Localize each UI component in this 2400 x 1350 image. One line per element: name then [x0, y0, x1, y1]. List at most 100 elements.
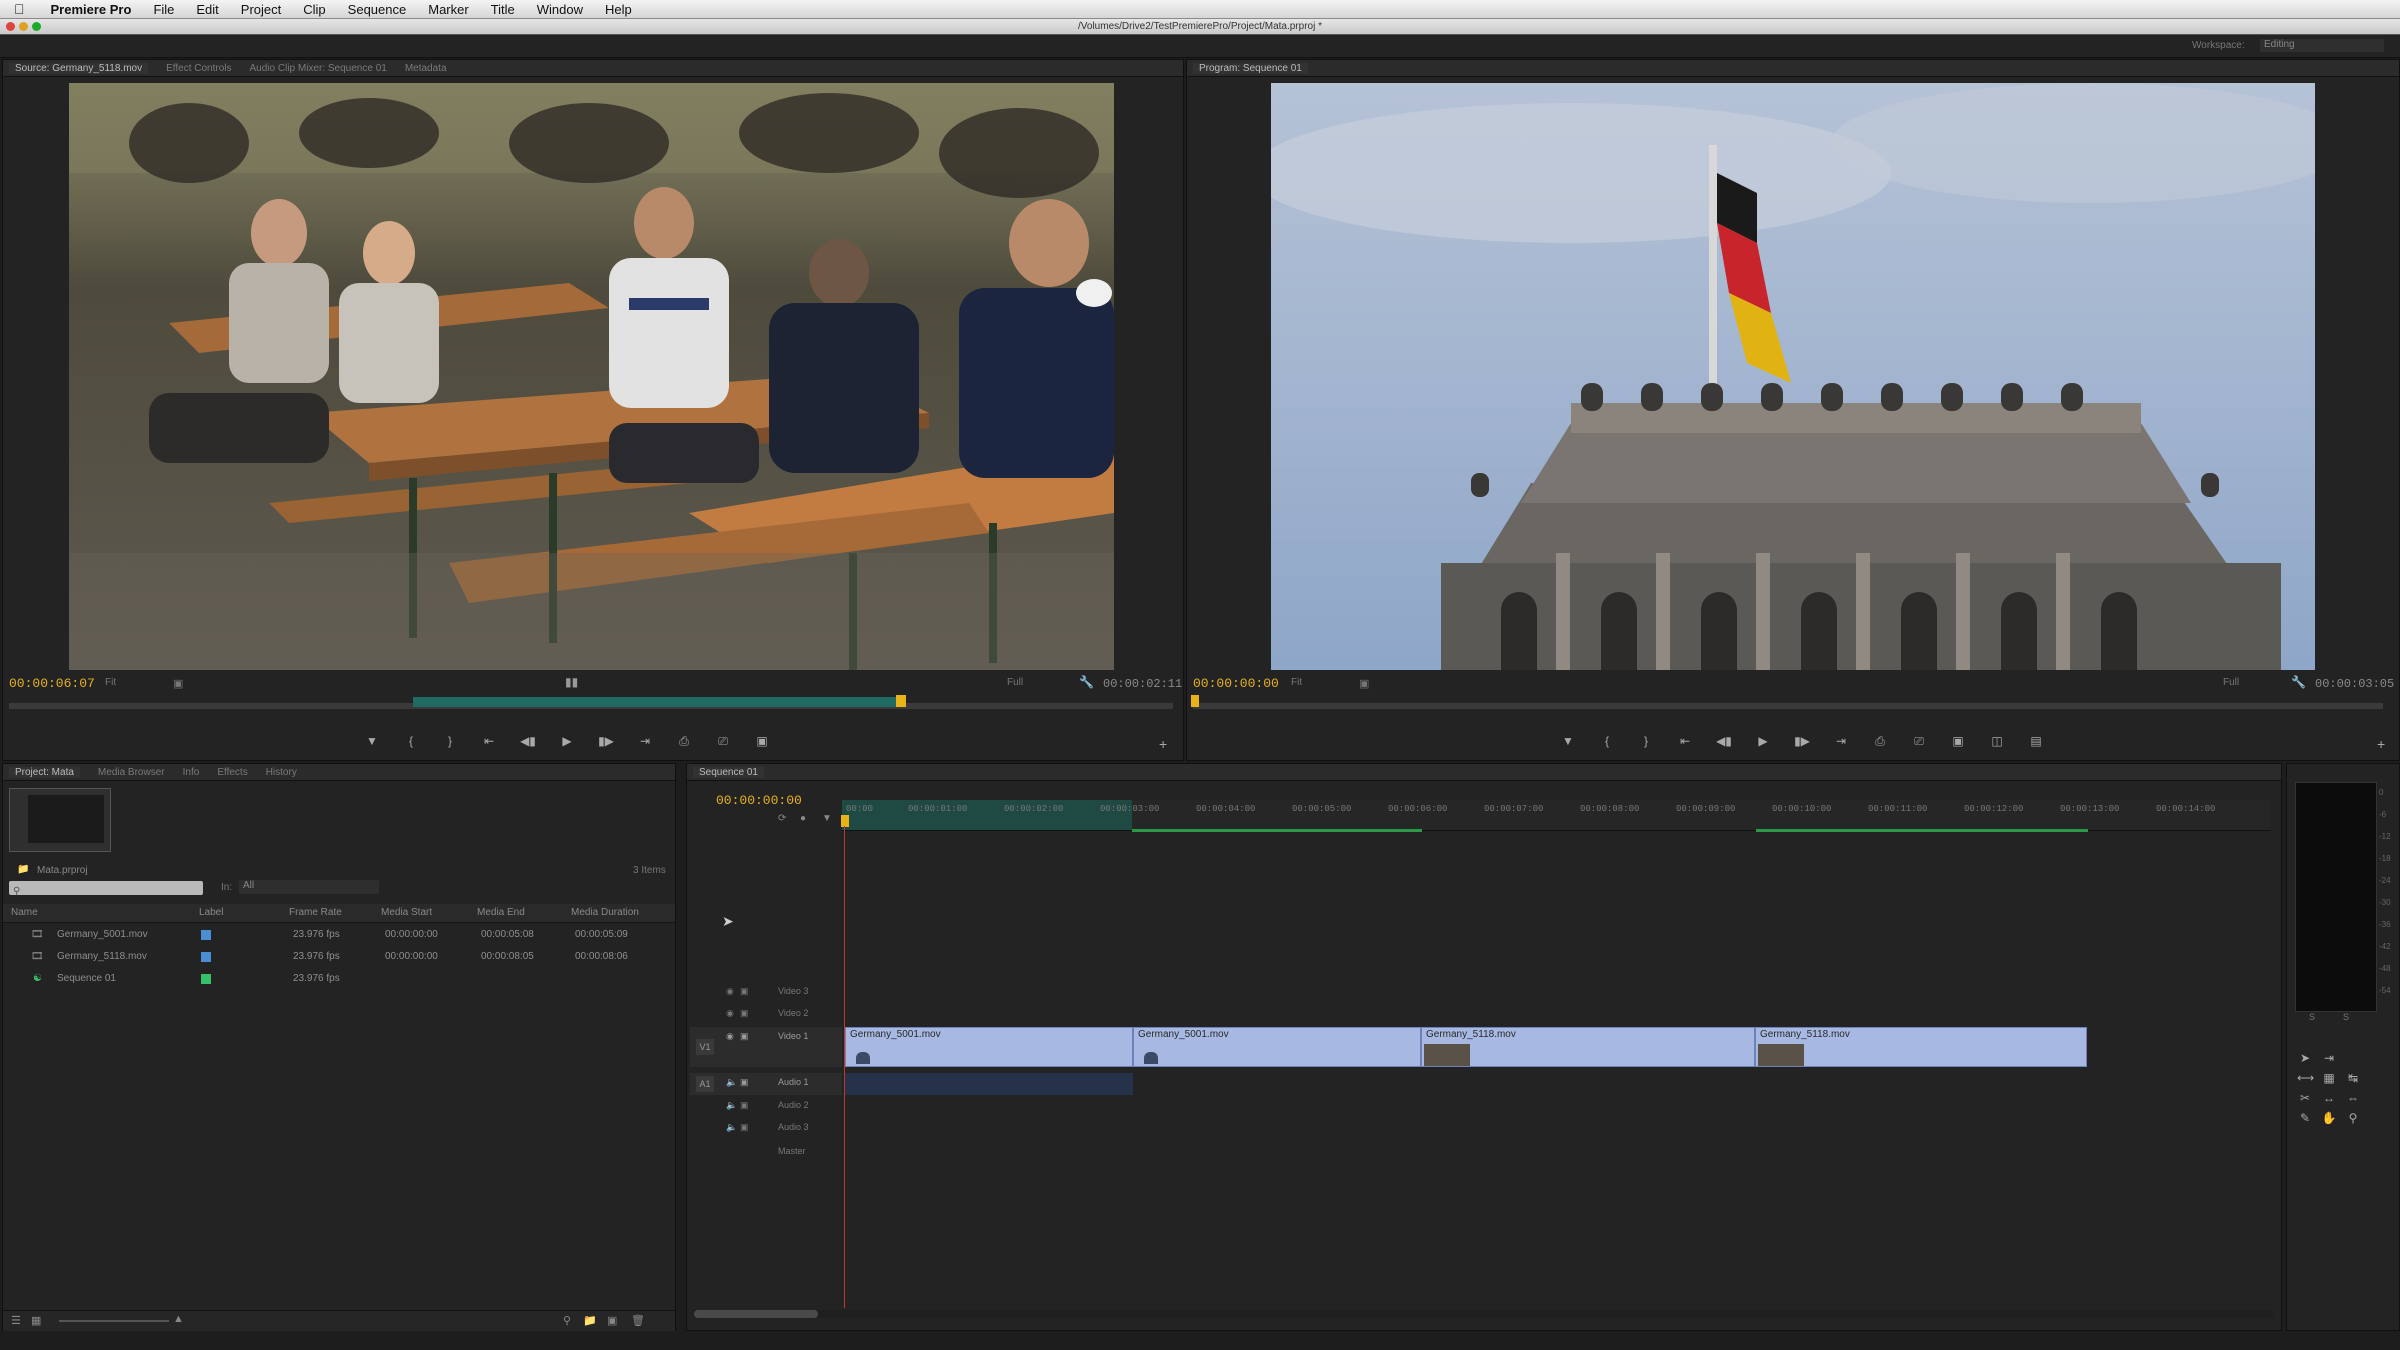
- timeline-clip[interactable]: Germany_5001.mov: [845, 1027, 1133, 1067]
- lock-icon[interactable]: ▣: [740, 1008, 749, 1019]
- timeline-scrollbar[interactable]: [694, 1310, 2274, 1318]
- track-header-audio-2[interactable]: 🔈 ▣ Audio 2: [690, 1096, 842, 1118]
- menu-sequence[interactable]: Sequence: [348, 2, 407, 17]
- minimize-window-button[interactable]: [19, 22, 28, 31]
- program-settings-icon[interactable]: ▣: [1359, 677, 1369, 690]
- step-back-button[interactable]: ◀▮: [517, 733, 539, 749]
- tab-effects[interactable]: Effects: [217, 767, 247, 778]
- source-playhead[interactable]: [896, 695, 906, 707]
- mark-out-button[interactable]: }: [1635, 733, 1657, 749]
- insert-button[interactable]: ⎙: [673, 733, 695, 749]
- col-frame-rate[interactable]: Frame Rate: [289, 907, 342, 918]
- find-icon[interactable]: ⚲: [563, 1314, 571, 1327]
- snap-icon[interactable]: ⟳: [778, 813, 786, 824]
- vr-button[interactable]: ▤: [2025, 733, 2047, 749]
- tab-history[interactable]: History: [266, 767, 297, 778]
- compare-view-button[interactable]: ◫: [1986, 733, 2008, 749]
- tab-metadata[interactable]: Metadata: [405, 63, 447, 74]
- source-patch-a1[interactable]: A1: [696, 1076, 714, 1092]
- speaker-icon[interactable]: 🔈: [726, 1100, 737, 1111]
- step-forward-button[interactable]: ▮▶: [1791, 733, 1813, 749]
- play-button[interactable]: ▶: [1752, 733, 1774, 749]
- mark-out-button[interactable]: }: [439, 733, 461, 749]
- menu-edit[interactable]: Edit: [196, 2, 218, 17]
- program-video-frame[interactable]: [1271, 83, 2315, 670]
- lock-icon[interactable]: ▣: [740, 986, 749, 997]
- work-area-bar[interactable]: [842, 800, 1132, 830]
- project-item-row[interactable]: ☯ Sequence 01 23.976 fps: [3, 968, 675, 990]
- tab-effect-controls[interactable]: Effect Controls: [166, 63, 231, 74]
- timeline-clip[interactable]: Germany_5118.mov: [1755, 1027, 2087, 1067]
- go-to-in-button[interactable]: ⇤: [1674, 733, 1696, 749]
- selection-tool-icon[interactable]: ➤: [2297, 1050, 2313, 1066]
- search-in-select[interactable]: All: [239, 880, 379, 894]
- eye-icon[interactable]: ◉: [726, 1008, 734, 1019]
- source-wrench-icon[interactable]: 🔧: [1079, 675, 1094, 689]
- go-to-out-button[interactable]: ⇥: [634, 733, 656, 749]
- menu-app-name[interactable]: Premiere Pro: [51, 2, 132, 17]
- eye-icon[interactable]: ◉: [726, 986, 734, 997]
- label-swatch[interactable]: [201, 930, 211, 940]
- export-frame-button[interactable]: ▣: [1947, 733, 1969, 749]
- track-header-video-3[interactable]: ◉ ▣ Video 3: [690, 982, 842, 1004]
- source-in-out-range[interactable]: [413, 697, 903, 707]
- track-header-video-1[interactable]: V1 ◉ ▣ Video 1: [690, 1027, 842, 1067]
- program-zoom-select[interactable]: Fit: [1291, 677, 1302, 688]
- extract-button[interactable]: ⎚: [1908, 733, 1930, 749]
- menu-marker[interactable]: Marker: [428, 2, 468, 17]
- razor-tool-icon[interactable]: ✂: [2297, 1090, 2313, 1106]
- timeline-clip[interactable]: Germany_5001.mov: [1133, 1027, 1421, 1067]
- tab-source[interactable]: Source: Germany_5118.mov: [9, 62, 149, 74]
- rolling-edit-tool-icon[interactable]: ▦: [2321, 1070, 2337, 1086]
- workspace-select[interactable]: Editing: [2260, 39, 2384, 52]
- track-select-tool-icon[interactable]: ⇥: [2321, 1050, 2337, 1066]
- track-header-video-2[interactable]: ◉ ▣ Video 2: [690, 1004, 842, 1026]
- hand-tool-icon[interactable]: ✋: [2321, 1110, 2337, 1126]
- menu-help[interactable]: Help: [605, 2, 632, 17]
- tab-info[interactable]: Info: [183, 767, 200, 778]
- source-timecode[interactable]: 00:00:06:07: [9, 676, 95, 691]
- program-resolution-select[interactable]: Full: [2223, 677, 2239, 688]
- new-item-icon[interactable]: ▣: [607, 1314, 617, 1327]
- solo-right-button[interactable]: S: [2343, 1012, 2349, 1022]
- col-media-end[interactable]: Media End: [477, 907, 525, 918]
- tab-media-browser[interactable]: Media Browser: [98, 767, 165, 778]
- source-zoom-select[interactable]: Fit: [105, 677, 116, 688]
- play-button[interactable]: ▶: [556, 733, 578, 749]
- track-header-master[interactable]: Master: [690, 1142, 842, 1164]
- trash-icon[interactable]: 🗑: [631, 1314, 645, 1327]
- timeline-clip[interactable]: Germany_5118.mov: [1421, 1027, 1755, 1067]
- icon-view-icon[interactable]: ▦: [31, 1314, 41, 1327]
- track-header-audio-3[interactable]: 🔈 ▣ Audio 3: [690, 1118, 842, 1140]
- col-media-duration[interactable]: Media Duration: [571, 907, 639, 918]
- mark-in-button[interactable]: {: [400, 733, 422, 749]
- step-back-button[interactable]: ◀▮: [1713, 733, 1735, 749]
- eye-icon[interactable]: ◉: [726, 1031, 734, 1042]
- project-search-input[interactable]: ⚲: [9, 881, 203, 897]
- pen-tool-icon[interactable]: ✎: [2297, 1110, 2313, 1126]
- linked-selection-icon[interactable]: ●: [800, 813, 806, 824]
- source-settings-icon[interactable]: ▣: [173, 677, 183, 690]
- col-label[interactable]: Label: [199, 907, 223, 918]
- zoom-handle-icon[interactable]: ▲: [173, 1313, 184, 1325]
- add-marker-button[interactable]: ▼: [361, 733, 383, 749]
- program-timecode[interactable]: 00:00:00:00: [1193, 676, 1279, 691]
- source-resolution-select[interactable]: Full: [1007, 677, 1023, 688]
- apple-icon[interactable]: : [14, 1, 25, 17]
- timeline-scroll-thumb[interactable]: [694, 1310, 818, 1318]
- track-header-audio-1[interactable]: A1 🔈 ▣ Audio 1: [690, 1073, 842, 1095]
- label-swatch[interactable]: [201, 974, 211, 984]
- lock-icon[interactable]: ▣: [740, 1077, 749, 1088]
- lock-icon[interactable]: ▣: [740, 1100, 749, 1111]
- speaker-icon[interactable]: 🔈: [726, 1077, 737, 1088]
- add-marker-icon[interactable]: ▼: [822, 813, 832, 824]
- export-frame-button[interactable]: ▣: [751, 733, 773, 749]
- zoom-tool-icon[interactable]: ⚲: [2345, 1110, 2361, 1126]
- source-video-frame[interactable]: [69, 83, 1114, 670]
- label-swatch[interactable]: [201, 952, 211, 962]
- zoom-slider[interactable]: [59, 1320, 169, 1322]
- program-scrubber[interactable]: [1193, 703, 2383, 709]
- source-patch-v1[interactable]: V1: [696, 1039, 714, 1055]
- list-view-icon[interactable]: ☰: [11, 1314, 21, 1327]
- rate-stretch-tool-icon[interactable]: ↹: [2345, 1070, 2361, 1086]
